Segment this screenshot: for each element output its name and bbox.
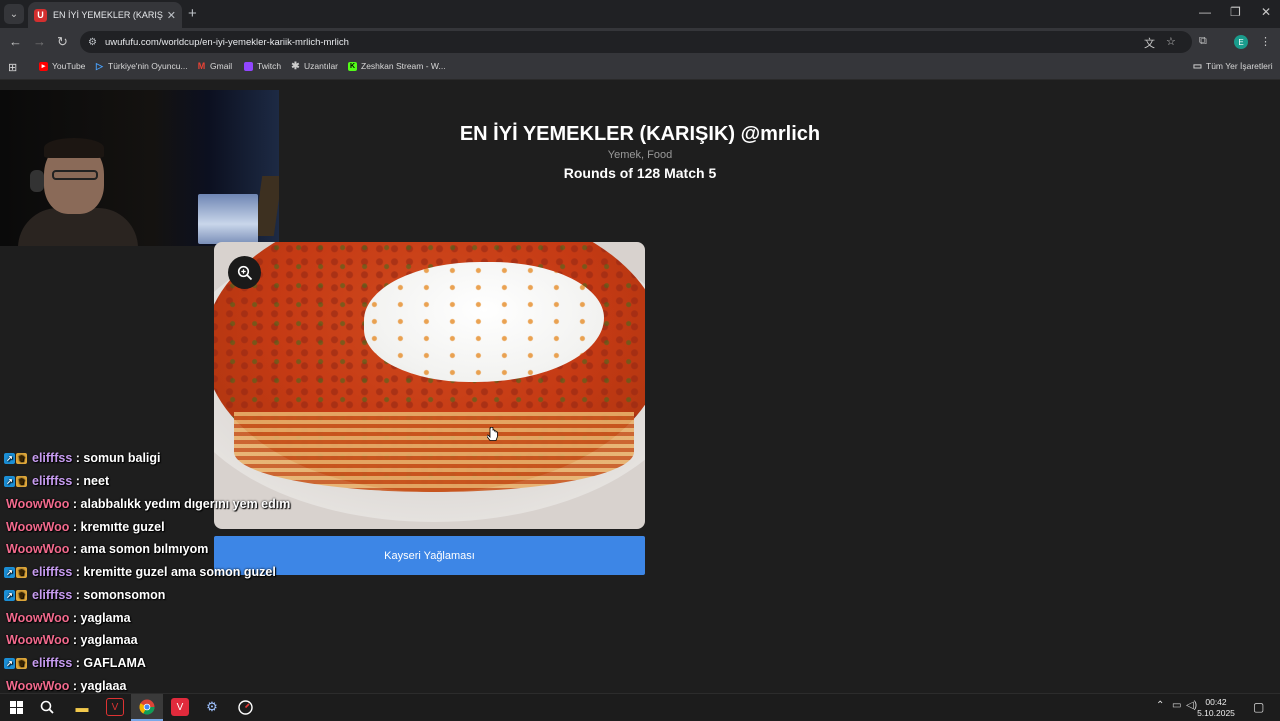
puzzle-icon: ✱	[291, 60, 300, 72]
app-v-icon[interactable]: V	[106, 698, 124, 716]
folder-icon: ▭	[1192, 60, 1203, 72]
window-close-icon[interactable]: ✕	[1261, 5, 1271, 19]
tab-search-icon[interactable]: ⌄	[4, 4, 24, 24]
uwufufu-favicon-icon: U	[34, 8, 47, 22]
choice-button[interactable]: Kayseri Yağlaması	[214, 536, 645, 575]
round-indicator: Rounds of 128 Match 5	[563, 165, 717, 181]
moderator-badge-icon: ↗	[4, 566, 15, 578]
tray-expand-icon[interactable]: ⌃	[1156, 700, 1164, 711]
moderator-badge-icon: ↗	[4, 452, 15, 464]
tab-strip: ⌄ U EN İYİ YEMEKLER (KARIŞIK) @m ✕ + — ❐…	[0, 0, 1280, 28]
bookmark-youtube[interactable]: ▸ YouTube	[39, 61, 85, 71]
all-bookmarks[interactable]: ▭ Tüm Yer İşaretleri	[1192, 60, 1273, 72]
bookmarks-bar: ⊞ ▸ YouTube ▷ Türkiye'nin Oyuncu... M Gm…	[0, 56, 1280, 80]
search-icon[interactable]	[38, 698, 56, 716]
chrome-icon[interactable]	[138, 698, 156, 716]
system-clock[interactable]: 00:42 5.10.2025	[1196, 697, 1236, 719]
network-icon[interactable]: ▭	[1172, 700, 1181, 711]
page-title: EN İYİ YEMEKLER (KARIŞIK) @mrlich	[459, 123, 821, 145]
reload-icon[interactable]: ↻	[57, 34, 68, 50]
chat-message: WoowWoo : ama somon bılmıyom	[6, 542, 209, 556]
crown-badge-icon: ♛	[16, 589, 27, 601]
bookmark-gmail[interactable]: M Gmail	[197, 61, 232, 71]
page-content: EN İYİ YEMEKLER (KARIŞIK) @mrlich Yemek,…	[0, 81, 1280, 693]
speedometer-icon[interactable]	[236, 698, 254, 716]
browser-tab[interactable]: U EN İYİ YEMEKLER (KARIŞIK) @m ✕	[28, 2, 182, 28]
bookmark-uzantilar[interactable]: ✱ Uzantılar	[291, 60, 338, 72]
forward-icon[interactable]: →	[33, 34, 46, 49]
hand-cursor-icon	[487, 427, 498, 441]
chat-message: WoowWoo : yaglama	[6, 611, 131, 625]
moderator-badge-icon: ↗	[4, 589, 15, 601]
bookmark-twitch[interactable]: Twitch	[244, 61, 281, 71]
crown-badge-icon: ♛	[16, 566, 27, 578]
chat-message: WoowWoo : kremıtte guzel	[6, 520, 165, 534]
bookmark-star-icon[interactable]: ☆	[1166, 35, 1176, 48]
notification-icon[interactable]: ▢	[1253, 700, 1264, 714]
kick-icon: K	[348, 61, 357, 71]
minimize-icon[interactable]: —	[1199, 5, 1211, 19]
crown-badge-icon: ♛	[16, 657, 27, 669]
windows-taskbar: ▬ V V ⚙ ⌃ ▭ ◁) 00:42 5.10.2025 ▢	[0, 693, 1280, 721]
browser-toolbar: ← → ↻ ⚙ uwufufu.com/worldcup/en-iyi-yeme…	[0, 28, 1280, 56]
site-info-icon[interactable]: ⚙	[88, 37, 97, 48]
zoom-in-icon	[237, 265, 252, 280]
url-text: uwufufu.com/worldcup/en-iyi-yemekler-kar…	[104, 36, 349, 48]
youtube-icon: ▸	[39, 61, 48, 71]
new-tab-icon[interactable]: +	[188, 5, 197, 22]
tab-title: EN İYİ YEMEKLER (KARIŞIK) @m	[53, 10, 163, 20]
chat-message: ↗ ♛ elifffss : somonsomon	[4, 585, 165, 605]
crown-badge-icon: ♛	[16, 475, 27, 487]
bookmark-zeshkan[interactable]: K Zeshkan Stream - W...	[348, 61, 446, 71]
zoom-button[interactable]	[228, 256, 261, 289]
windows-start-icon[interactable]	[7, 698, 25, 716]
tab-close-icon[interactable]: ✕	[167, 9, 176, 22]
chat-message: ↗ ♛ elifffss : somun baligi	[4, 448, 161, 468]
vivaldi-icon[interactable]: V	[171, 698, 189, 716]
back-icon[interactable]: ←	[9, 34, 22, 49]
chat-message: WoowWoo : alabbalıkk yedım dıgerını yem …	[6, 497, 291, 511]
profile-avatar[interactable]: E	[1234, 35, 1248, 49]
menu-icon[interactable]: ⋮	[1260, 35, 1271, 48]
crown-badge-icon: ♛	[16, 452, 27, 464]
bookmark-turkiye-oyuncu[interactable]: ▷ Türkiye'nin Oyuncu...	[95, 60, 188, 72]
file-explorer-icon[interactable]: ▬	[73, 698, 91, 716]
steam-icon[interactable]: ⚙	[203, 698, 221, 716]
chat-message: ↗ ♛ elifffss : neet	[4, 471, 109, 491]
apps-grid-icon[interactable]: ⊞	[8, 61, 17, 74]
chat-message: WoowWoo : yaglamaa	[6, 633, 138, 647]
extensions-icon[interactable]: ⧉	[1199, 35, 1207, 48]
moderator-badge-icon: ↗	[4, 475, 15, 487]
gmail-icon: M	[197, 61, 206, 71]
background-monitor	[198, 194, 258, 244]
play-icon: ▷	[96, 60, 103, 71]
chat-message: ↗ ♛ elifffss : kremitte guzel ama somon g…	[4, 562, 276, 582]
chat-message: ↗ ♛ elifffss : GAFLAMA	[4, 653, 146, 673]
moderator-badge-icon: ↗	[4, 657, 15, 669]
choice-image[interactable]	[214, 242, 645, 529]
address-bar[interactable]: ⚙ uwufufu.com/worldcup/en-iyi-yemekler-k…	[80, 31, 1192, 53]
page-subtitle: Yemek, Food	[607, 149, 673, 161]
restore-icon[interactable]: ❐	[1230, 5, 1241, 19]
translate-icon[interactable]: 文	[1144, 35, 1155, 51]
twitch-icon	[244, 61, 253, 71]
